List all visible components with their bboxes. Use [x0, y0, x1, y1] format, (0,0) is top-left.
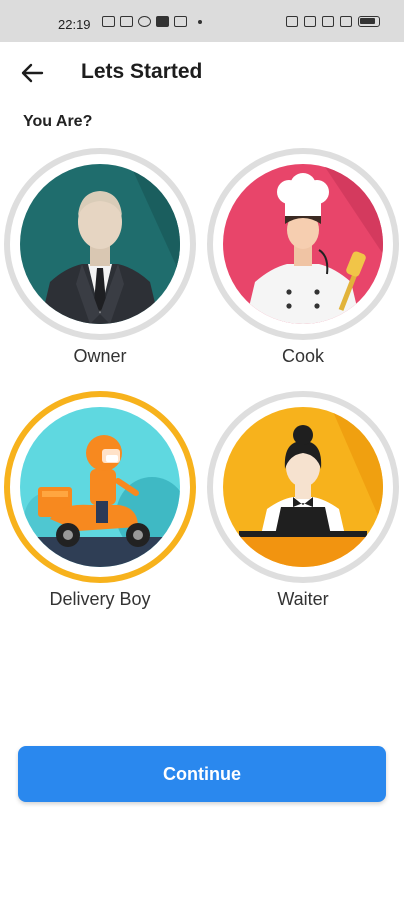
role-label: Delivery Boy [49, 589, 151, 609]
system-icons [286, 16, 380, 27]
app-icon [156, 16, 169, 27]
mail-icon [174, 16, 187, 27]
notification-icons [102, 16, 202, 27]
notification-icon [102, 16, 115, 27]
role-question: You Are? [23, 113, 93, 130]
owner-illustration [20, 164, 180, 324]
instagram-icon [120, 16, 133, 27]
waiter-illustration [223, 407, 383, 567]
role-label: Waiter [277, 589, 329, 609]
vibrate-icon [304, 16, 316, 27]
page-title: Lets Started [81, 60, 203, 83]
role-label: Owner [73, 346, 127, 366]
bluetooth-icon [286, 16, 298, 27]
delivery-boy-illustration [20, 407, 180, 567]
arrow-left-icon [21, 63, 44, 83]
more-notifications-icon [198, 19, 202, 24]
back-button[interactable] [14, 58, 50, 88]
battery-icon [358, 16, 380, 27]
clock-icon [138, 16, 151, 27]
role-label: Cook [281, 346, 325, 366]
status-time: 22:19 [58, 17, 91, 32]
continue-button[interactable]: Continue [18, 746, 386, 802]
cook-illustration [223, 164, 383, 324]
status-bar: 22:19 [0, 0, 404, 42]
signal-icon [340, 16, 352, 27]
wifi-icon [322, 16, 334, 27]
